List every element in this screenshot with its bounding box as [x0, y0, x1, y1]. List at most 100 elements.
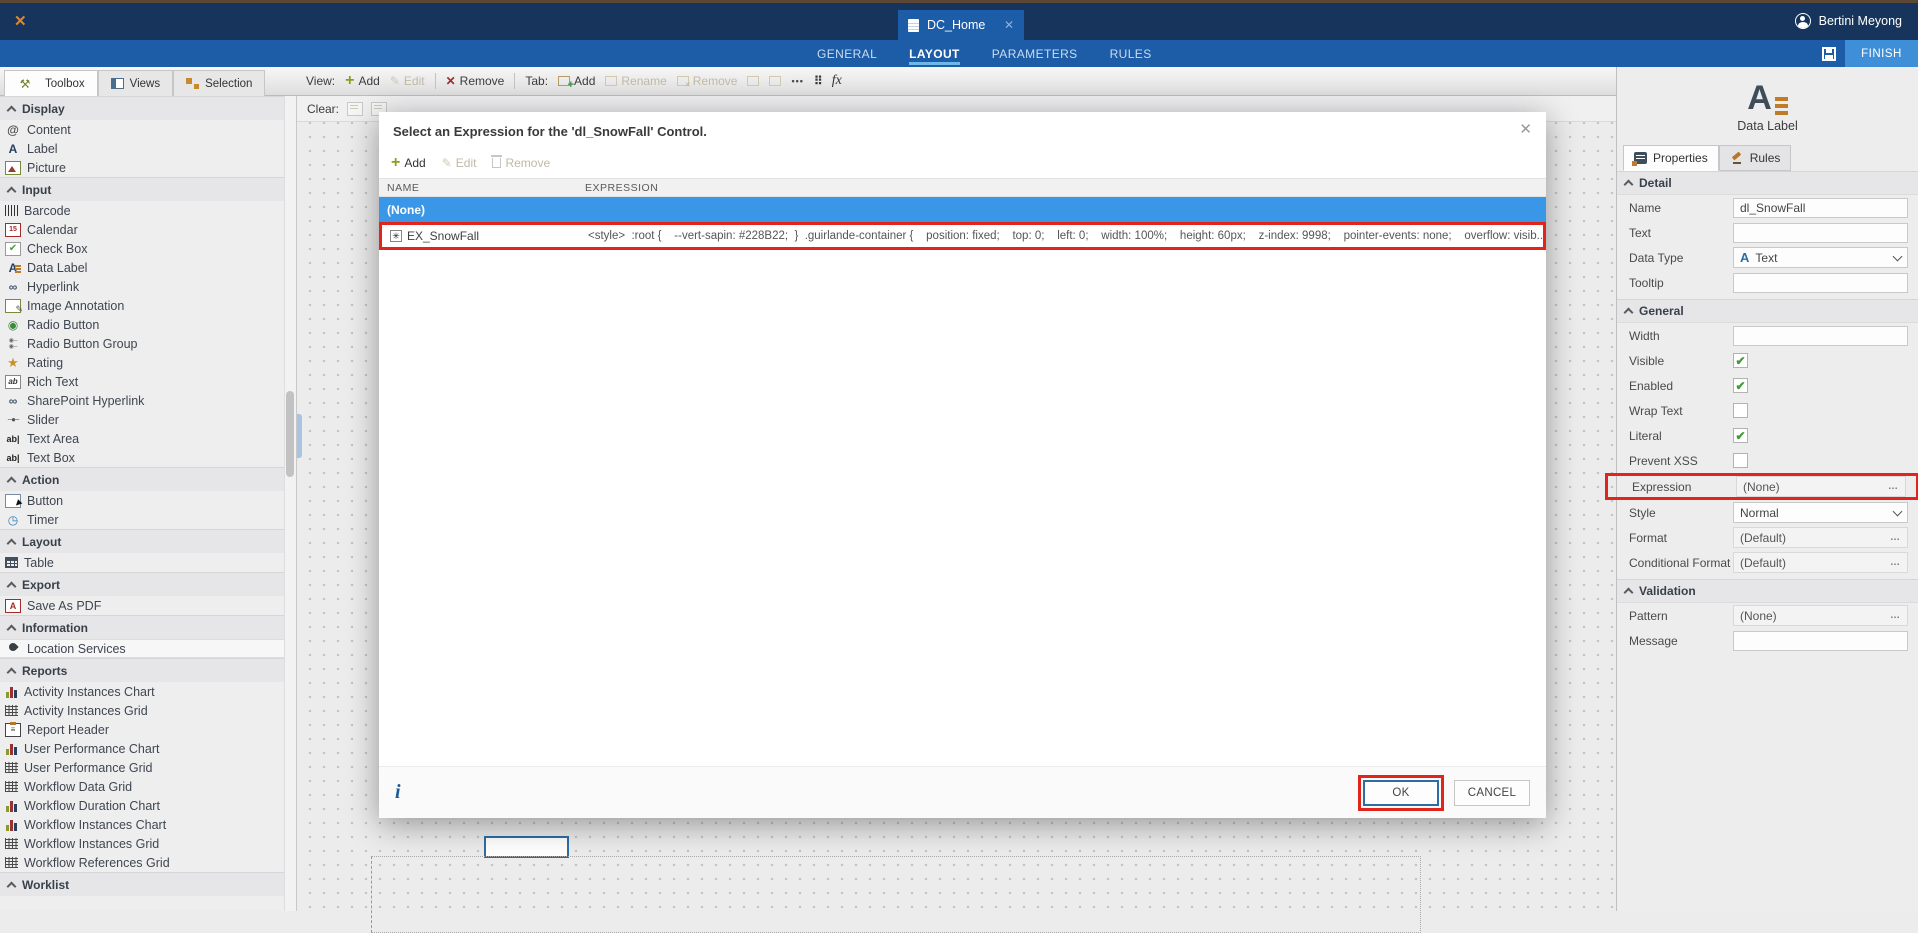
nav-item[interactable]: PARAMETERS: [992, 40, 1078, 67]
data-type-dropdown[interactable]: AText: [1733, 247, 1908, 268]
ellipsis-button[interactable]: …: [1888, 481, 1899, 492]
toolbox-item[interactable]: Activity Instances Chart: [0, 682, 284, 701]
pattern-picker[interactable]: (None)…: [1733, 605, 1908, 626]
enabled-checkbox[interactable]: [1733, 378, 1748, 393]
toolbox-item[interactable]: Table: [0, 553, 284, 572]
tab-rename-button[interactable]: Rename: [605, 74, 666, 88]
section-validation[interactable]: Validation: [1617, 579, 1918, 603]
section-detail[interactable]: Detail: [1617, 171, 1918, 195]
table-row-outline[interactable]: [371, 856, 1421, 933]
tab-rules[interactable]: Rules: [1719, 145, 1792, 171]
toolbox-item[interactable]: SharePoint Hyperlink: [0, 391, 284, 410]
sidebar-section-header[interactable]: Export: [0, 572, 284, 596]
toolbox-item[interactable]: Workflow Data Grid: [0, 777, 284, 796]
toolbox-item[interactable]: User Performance Chart: [0, 739, 284, 758]
toolbox-item[interactable]: Text Area: [0, 429, 284, 448]
document-tab-dc-home[interactable]: DC_Home ✕: [898, 10, 1024, 40]
expression-row-none[interactable]: (None): [379, 197, 1546, 222]
toolbox-item[interactable]: Slider: [0, 410, 284, 429]
save-button[interactable]: [1813, 40, 1845, 67]
width-input[interactable]: [1733, 326, 1908, 346]
ok-button[interactable]: OK: [1363, 780, 1439, 806]
toolbox-item[interactable]: Report Header: [0, 720, 284, 739]
sidebar-section-header[interactable]: Action: [0, 467, 284, 491]
format-picker[interactable]: (Default)…: [1733, 527, 1908, 548]
toolbox-item[interactable]: Timer: [0, 510, 284, 529]
close-tab-icon[interactable]: ✕: [1004, 18, 1014, 32]
sidebar-scrollbar[interactable]: [284, 96, 296, 911]
info-icon[interactable]: i: [395, 781, 401, 804]
expression-fx-icon[interactable]: fx: [832, 73, 842, 89]
ellipsis-button[interactable]: …: [1890, 557, 1901, 568]
toolbox-item[interactable]: Location Services: [0, 639, 284, 658]
drag-handle-icon[interactable]: ⠿: [814, 74, 822, 88]
toolbox-item[interactable]: Workflow Instances Chart: [0, 815, 284, 834]
conditional-format-picker[interactable]: (Default)…: [1733, 552, 1908, 573]
toolbox-item[interactable]: Workflow Duration Chart: [0, 796, 284, 815]
cancel-button[interactable]: CANCEL: [1454, 780, 1530, 806]
nav-item[interactable]: GENERAL: [817, 40, 877, 67]
prevent-xss-checkbox[interactable]: [1733, 453, 1748, 468]
wrap-text-checkbox[interactable]: [1733, 403, 1748, 418]
message-input[interactable]: [1733, 631, 1908, 651]
toolbox-item[interactable]: Rich Text: [0, 372, 284, 391]
style-dropdown[interactable]: Normal: [1733, 502, 1908, 523]
sidebar-collapse-grip[interactable]: [297, 414, 302, 458]
move-tab-right-icon[interactable]: [769, 76, 781, 86]
selected-control-outline[interactable]: [484, 836, 569, 858]
expression-picker[interactable]: (None)…: [1736, 476, 1906, 497]
ellipsis-button[interactable]: …: [1890, 532, 1901, 543]
move-tab-left-icon[interactable]: [747, 76, 759, 86]
visible-checkbox[interactable]: [1733, 353, 1748, 368]
toolbox-item[interactable]: Text Box: [0, 448, 284, 467]
toolbox-item[interactable]: Workflow Instances Grid: [0, 834, 284, 853]
view-edit-button[interactable]: ✎Edit: [390, 74, 425, 88]
ellipsis-button[interactable]: …: [1890, 610, 1901, 621]
toolbox-item[interactable]: Check Box: [0, 239, 284, 258]
toolbox-item[interactable]: Image Annotation: [0, 296, 284, 315]
toolbox-item[interactable]: Barcode: [0, 201, 284, 220]
toolbox-item[interactable]: Picture: [0, 158, 284, 177]
sidebar-section-header[interactable]: Input: [0, 177, 284, 201]
expression-remove-button[interactable]: Remove: [492, 156, 550, 170]
sidebar-section-header[interactable]: Information: [0, 615, 284, 639]
clear-contents-icon[interactable]: [347, 102, 363, 116]
text-input[interactable]: [1733, 223, 1908, 243]
toolbox-item[interactable]: Rating: [0, 353, 284, 372]
toolbox-item[interactable]: User Performance Grid: [0, 758, 284, 777]
tab-selection[interactable]: Selection: [173, 70, 265, 96]
nav-item[interactable]: LAYOUT: [909, 40, 960, 67]
toolbox-item[interactable]: Radio Button: [0, 315, 284, 334]
toolbox-item[interactable]: Workflow References Grid: [0, 853, 284, 872]
tab-properties[interactable]: Properties: [1623, 145, 1719, 171]
expression-edit-button[interactable]: ✎Edit: [442, 156, 477, 170]
dialog-close-icon[interactable]: ✕: [1519, 120, 1532, 138]
sidebar-section-header[interactable]: Display: [0, 96, 284, 120]
view-remove-button[interactable]: ✕Remove: [446, 74, 505, 88]
section-general[interactable]: General: [1617, 299, 1918, 323]
toolbox-item[interactable]: Radio Button Group: [0, 334, 284, 353]
tab-remove-button[interactable]: Remove: [677, 74, 738, 88]
tab-toolbox[interactable]: ⚒Toolbox: [4, 70, 98, 97]
finish-button[interactable]: FINISH: [1845, 40, 1918, 67]
toolbox-item[interactable]: Content: [0, 120, 284, 139]
toolbox-item[interactable]: Label: [0, 139, 284, 158]
sidebar-section-header[interactable]: Reports: [0, 658, 284, 682]
toolbox-item[interactable]: Button: [0, 491, 284, 510]
toolbox-item[interactable]: Hyperlink: [0, 277, 284, 296]
sidebar-section-header[interactable]: Layout: [0, 529, 284, 553]
nav-item[interactable]: RULES: [1110, 40, 1152, 67]
literal-checkbox[interactable]: [1733, 428, 1748, 443]
toolbox-item[interactable]: Save As PDF: [0, 596, 284, 615]
tooltip-input[interactable]: [1733, 273, 1908, 293]
tab-add-button[interactable]: Add: [558, 74, 595, 88]
toolbox-item[interactable]: Calendar: [0, 220, 284, 239]
sidebar-section-header[interactable]: Worklist: [0, 872, 284, 896]
tab-views[interactable]: Views: [98, 70, 173, 96]
sidebar-scrollbar-thumb[interactable]: [286, 391, 294, 477]
toolbox-item[interactable]: Activity Instances Grid: [0, 701, 284, 720]
expression-row-ex-snowfall[interactable]: ✳EX_SnowFall <style> :root { --vert-sapi…: [379, 222, 1546, 250]
toolbox-item[interactable]: Data Label: [0, 258, 284, 277]
more-options-icon[interactable]: •••: [791, 76, 803, 86]
view-add-button[interactable]: +Add: [345, 74, 380, 88]
